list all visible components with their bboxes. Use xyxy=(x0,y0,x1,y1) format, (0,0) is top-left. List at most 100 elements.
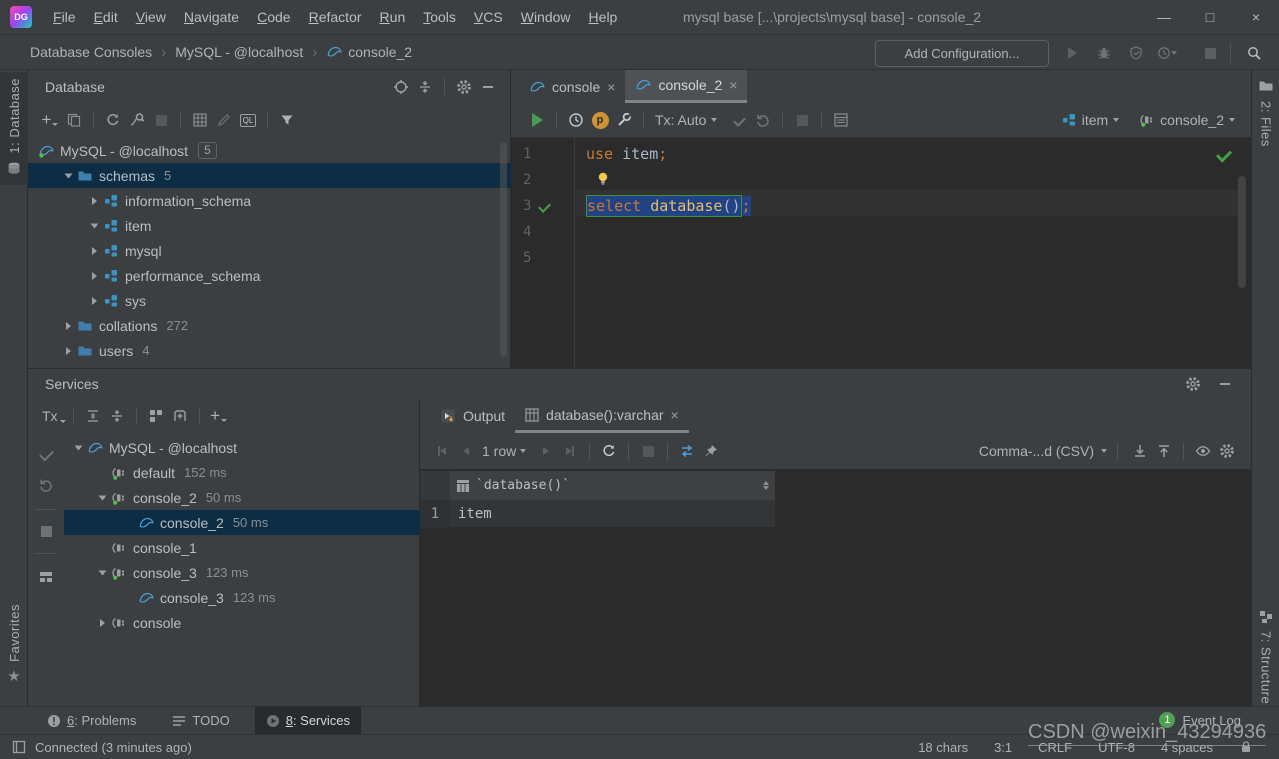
tree-row-sys[interactable]: sys xyxy=(28,288,511,313)
run-with-coverage-button[interactable] xyxy=(1124,41,1148,65)
chevron-down-icon[interactable] xyxy=(60,167,77,184)
service-row-datasource[interactable]: MySQL - @localhost xyxy=(64,435,420,460)
stripe-button-files[interactable]: 2: Files xyxy=(1252,74,1279,151)
profiler-dropdown-icon[interactable] xyxy=(1168,41,1180,65)
close-tab-icon[interactable]: × xyxy=(607,79,615,95)
database-scrollbar[interactable] xyxy=(500,142,507,357)
service-row-console1[interactable]: console_1 xyxy=(64,535,420,560)
breadcrumb-datasource[interactable]: MySQL - @localhost xyxy=(175,44,303,60)
tree-row-performance-schema[interactable]: performance_schema xyxy=(28,263,511,288)
next-page-icon[interactable] xyxy=(534,439,558,463)
session-dropdown-icon[interactable] xyxy=(1229,118,1235,122)
add-service-icon[interactable] xyxy=(168,404,192,428)
add-icon[interactable]: + xyxy=(207,404,231,428)
close-tab-icon[interactable]: × xyxy=(671,407,679,423)
stop-button[interactable] xyxy=(1198,41,1222,65)
first-page-icon[interactable] xyxy=(430,439,454,463)
menu-item-file[interactable]: File xyxy=(44,0,85,35)
layout-icon[interactable] xyxy=(39,570,53,584)
locate-object-icon[interactable] xyxy=(389,75,413,99)
chevron-right-icon[interactable] xyxy=(86,267,103,284)
row-count-dropdown-icon[interactable] xyxy=(520,449,527,453)
chevron-down-icon[interactable] xyxy=(94,489,111,506)
menu-item-view[interactable]: View xyxy=(127,0,175,35)
add-configuration-button[interactable]: Add Configuration... xyxy=(875,40,1049,67)
execute-button[interactable] xyxy=(525,108,549,132)
compare-data-icon[interactable] xyxy=(675,439,699,463)
service-row-console[interactable]: console xyxy=(64,610,420,635)
tree-row-mysql[interactable]: mysql xyxy=(28,238,511,263)
toolwindow-button-problems[interactable]: 6: Problems xyxy=(36,707,147,735)
hide-services-icon[interactable] xyxy=(1213,372,1237,396)
service-row-console3-session[interactable]: console_3 123 ms xyxy=(64,560,420,585)
inspection-ok-check-icon[interactable] xyxy=(1215,146,1233,163)
view-output-icon[interactable] xyxy=(829,108,853,132)
toolwindow-button-todo[interactable]: TODO xyxy=(161,707,240,735)
format-dropdown-icon[interactable] xyxy=(1101,449,1107,453)
edit-icon[interactable] xyxy=(212,108,236,132)
tree-row-users[interactable]: users 4 xyxy=(28,338,511,363)
commit-icon[interactable] xyxy=(727,108,751,132)
table-view-icon[interactable] xyxy=(188,108,212,132)
toolwindow-button-services[interactable]: 8: Services xyxy=(254,706,362,735)
duplicate-icon[interactable] xyxy=(62,108,86,132)
breadcrumb-console[interactable]: console_2 xyxy=(348,44,412,60)
view-options-eye-icon[interactable] xyxy=(1191,439,1215,463)
menu-item-refactor[interactable]: Refactor xyxy=(300,0,371,35)
service-row-console3-file[interactable]: console_3 123 ms xyxy=(64,585,420,610)
tab-output[interactable]: Output xyxy=(430,399,515,433)
menu-item-edit[interactable]: Edit xyxy=(85,0,127,35)
close-button[interactable]: × xyxy=(1233,0,1279,34)
row-count-selector[interactable]: 1 row xyxy=(482,443,516,459)
editor-scrollbar[interactable] xyxy=(1238,176,1246,288)
stop-icon[interactable] xyxy=(636,439,660,463)
collapse-all-icon[interactable] xyxy=(413,75,437,99)
intention-bulb-icon[interactable] xyxy=(595,171,611,187)
search-everywhere-icon[interactable] xyxy=(1242,41,1266,65)
service-row-console2-file[interactable]: console_2 50 ms xyxy=(64,510,420,535)
sort-icon[interactable] xyxy=(763,481,769,490)
tree-row-collations[interactable]: collations 272 xyxy=(28,313,511,338)
service-row-default[interactable]: default 152 ms xyxy=(64,460,420,485)
history-clock-icon[interactable] xyxy=(564,108,588,132)
settings-wrench-icon[interactable] xyxy=(612,108,636,132)
stripe-button-structure[interactable]: 7: Structure xyxy=(1252,606,1279,708)
reload-page-icon[interactable] xyxy=(597,439,621,463)
stripe-button-database[interactable]: 1: Database xyxy=(0,72,28,185)
chevron-down-icon[interactable] xyxy=(70,439,87,456)
tab-result[interactable]: database():varchar × xyxy=(515,399,689,433)
tree-row-schemas[interactable]: schemas 5 xyxy=(28,163,511,188)
panel-settings-gear-icon[interactable] xyxy=(452,75,476,99)
chevron-right-icon[interactable] xyxy=(60,317,77,334)
chevron-right-icon[interactable] xyxy=(60,342,77,359)
stop-icon[interactable] xyxy=(149,108,173,132)
session-selector[interactable]: console_2 xyxy=(1160,112,1224,128)
download-data-icon[interactable] xyxy=(1128,439,1152,463)
tab-console-2[interactable]: console_2 × xyxy=(625,70,748,103)
add-datasource-icon[interactable]: + xyxy=(38,108,62,132)
schema-selector[interactable]: item xyxy=(1082,112,1108,128)
menu-item-navigate[interactable]: Navigate xyxy=(175,0,248,35)
previous-page-icon[interactable] xyxy=(454,439,478,463)
tx-toggle-dropdown-icon[interactable] xyxy=(59,419,66,423)
schema-dropdown-icon[interactable] xyxy=(1113,118,1120,122)
column-header-database[interactable]: `database()` xyxy=(450,471,775,500)
cancel-query-icon[interactable] xyxy=(790,108,814,132)
chevron-right-icon[interactable] xyxy=(86,192,103,209)
data-cell-item[interactable]: item xyxy=(450,500,775,528)
stop-icon[interactable] xyxy=(40,526,52,537)
breadcrumb-database-consoles[interactable]: Database Consoles xyxy=(30,44,152,60)
tx-dropdown-icon[interactable] xyxy=(711,118,718,122)
chevron-right-icon[interactable] xyxy=(86,242,103,259)
menu-item-tools[interactable]: Tools xyxy=(414,0,465,35)
pin-tab-icon[interactable] xyxy=(699,439,723,463)
menu-item-vcs[interactable]: VCS xyxy=(465,0,512,35)
tree-row-information-schema[interactable]: information_schema xyxy=(28,188,511,213)
datasource-properties-icon[interactable] xyxy=(125,108,149,132)
maximize-button[interactable]: □ xyxy=(1187,0,1233,34)
run-button[interactable] xyxy=(1060,41,1084,65)
export-format-selector[interactable]: Comma-...d (CSV) xyxy=(979,443,1094,459)
row-number-cell[interactable]: 1 xyxy=(420,500,450,528)
grid-corner-cell[interactable] xyxy=(420,471,450,501)
chevron-right-icon[interactable] xyxy=(86,292,103,309)
